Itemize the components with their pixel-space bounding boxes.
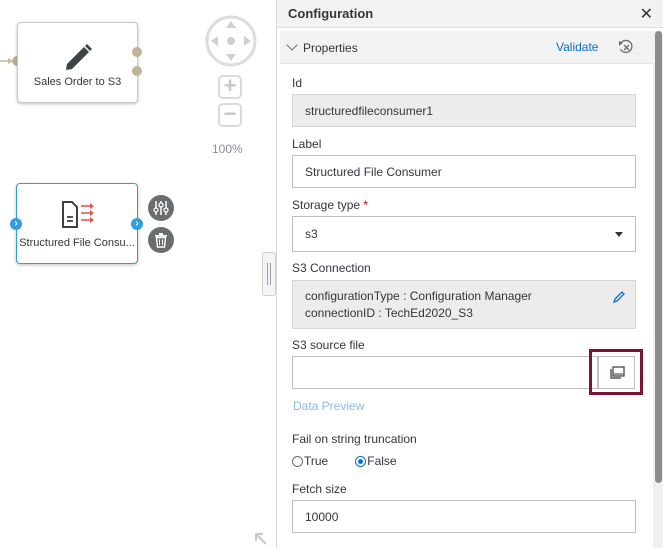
reset-icon[interactable] (617, 38, 635, 56)
radio-false-label: False (367, 454, 397, 468)
required-mark: * (363, 198, 369, 212)
id-field: structuredfileconsumer1 (292, 94, 636, 127)
zoom-level: 100% (212, 142, 243, 156)
storage-type-select[interactable]: s3 (292, 216, 636, 252)
close-icon[interactable]: ✕ (640, 4, 653, 24)
structured-file-icon (62, 201, 94, 228)
storage-type-label: Storage type * (292, 198, 368, 212)
dropdown-arrow-icon[interactable] (615, 232, 623, 237)
fail-on-truncation-label: Fail on string truncation (292, 432, 417, 446)
node-label: Structured File Consu... (19, 237, 135, 249)
id-label: Id (292, 76, 303, 90)
pipeline-canvas[interactable]: Sales Order to S3 Structured File Consu.… (0, 0, 267, 548)
node-settings-button[interactable] (148, 195, 174, 221)
radio-true[interactable] (292, 455, 303, 467)
label-label: Label (292, 137, 322, 151)
pencil-icon (66, 44, 92, 70)
fetch-size-label: Fetch size (292, 482, 347, 496)
zoom-out-button[interactable]: − (218, 103, 242, 127)
data-preview-link[interactable]: Data Preview (293, 399, 364, 413)
storage-type-label-text: Storage type (292, 198, 361, 212)
radio-true-label: True (304, 454, 329, 468)
fetch-size-value: 10000 (305, 509, 339, 524)
settings-sliders-icon (153, 201, 169, 215)
resize-arrow-icon[interactable] (253, 531, 269, 547)
output-port[interactable]: › (131, 218, 143, 230)
edit-pencil-icon[interactable] (612, 290, 626, 304)
label-value: Structured File Consumer (305, 164, 442, 179)
section-title: Properties (303, 41, 358, 55)
output-port[interactable] (132, 47, 142, 57)
configuration-panel: Configuration ✕ Properties Validate Id s… (277, 0, 663, 548)
validate-link[interactable]: Validate (556, 40, 598, 54)
s3-connection-field: configurationType : Configuration Manage… (292, 280, 636, 329)
s3-source-file-input[interactable] (292, 356, 598, 389)
s3-connection-label: S3 Connection (292, 261, 371, 275)
fetch-size-input[interactable]: 10000 (292, 500, 636, 533)
operator-node-sales-order[interactable]: Sales Order to S3 (17, 22, 138, 103)
scrollbar-thumb[interactable] (655, 31, 662, 483)
panel-title: Configuration (288, 6, 374, 21)
storage-type-value: s3 (305, 227, 318, 241)
panel-header: Configuration ✕ (277, 0, 663, 28)
highlight-annotation-box (589, 349, 643, 395)
node-label: Sales Order to S3 (33, 76, 122, 88)
pan-navigation-icon[interactable] (205, 15, 257, 67)
fail-on-truncation-radio-group: True False (292, 454, 397, 468)
id-value: structuredfileconsumer1 (305, 103, 434, 118)
label-field[interactable]: Structured File Consumer (292, 155, 636, 188)
zoom-in-button[interactable]: + (218, 75, 242, 99)
connection-type-text: configurationType : Configuration Manage… (305, 289, 532, 303)
operator-node-structured-file-consumer[interactable]: Structured File Consu... (16, 183, 138, 264)
node-delete-button[interactable] (148, 227, 174, 253)
properties-section-header[interactable]: Properties Validate (280, 31, 653, 64)
input-port[interactable]: › (10, 218, 22, 230)
s3-source-file-label: S3 source file (292, 338, 365, 352)
chevron-down-icon[interactable] (286, 39, 298, 51)
output-port[interactable] (132, 66, 142, 76)
trash-icon (155, 232, 167, 248)
radio-false[interactable] (355, 455, 367, 467)
connection-id-text: connectionID : TechEd2020_S3 (305, 306, 473, 320)
panel-splitter-handle[interactable] (262, 252, 276, 296)
